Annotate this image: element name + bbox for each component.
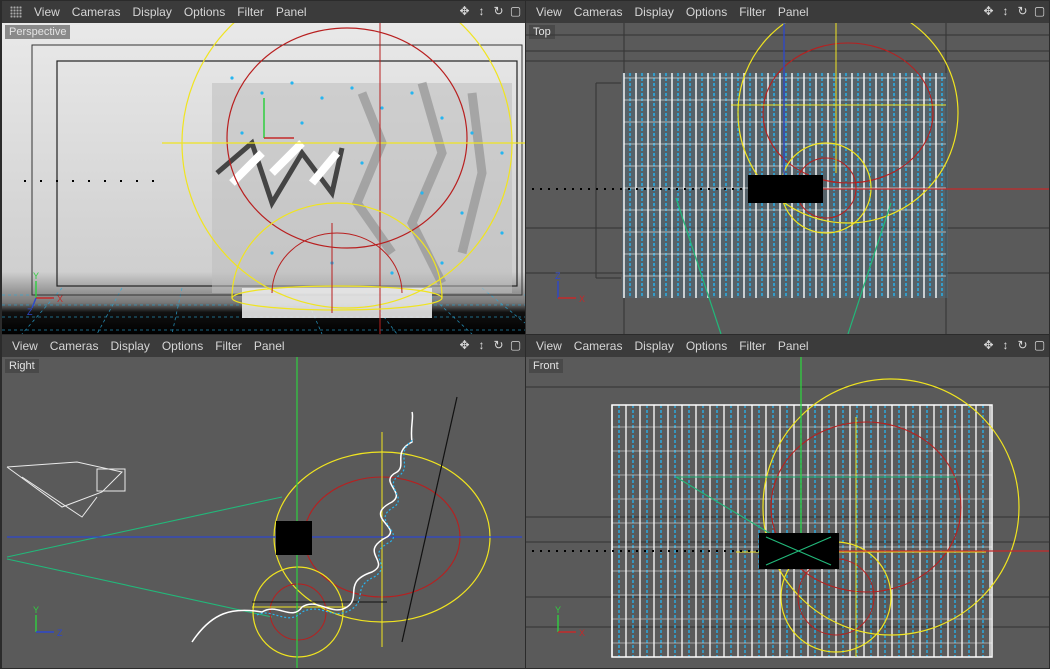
viewport-label: Right bbox=[5, 359, 39, 373]
menu-options[interactable]: Options bbox=[184, 5, 225, 19]
world-axis-icon: Y X bbox=[555, 605, 585, 638]
move-view-icon[interactable]: ✥ bbox=[981, 338, 996, 353]
perspective-canvas[interactable]: Y X Z bbox=[2, 23, 525, 334]
menu-panel[interactable]: Panel bbox=[254, 339, 285, 353]
right-canvas[interactable]: Y Z bbox=[2, 357, 525, 668]
move-view-icon[interactable]: ✥ bbox=[457, 4, 472, 19]
viewport-perspective[interactable]: View Cameras Display Options Filter Pane… bbox=[2, 1, 525, 334]
right-gizmos bbox=[7, 357, 522, 668]
axis-z-label: Z bbox=[555, 271, 561, 281]
axis-x-label: X bbox=[579, 294, 585, 304]
rotate-view-icon[interactable]: ↻ bbox=[491, 4, 506, 19]
top-camera-body bbox=[748, 175, 823, 203]
menu-filter[interactable]: Filter bbox=[237, 5, 264, 19]
menu-panel[interactable]: Panel bbox=[778, 5, 809, 19]
perspective-object bbox=[212, 81, 512, 318]
maximize-view-icon[interactable]: ▢ bbox=[1032, 338, 1047, 353]
menu-cameras[interactable]: Cameras bbox=[574, 5, 623, 19]
menu-options[interactable]: Options bbox=[162, 339, 203, 353]
axis-z-label: Z bbox=[57, 628, 63, 638]
right-camera-lines bbox=[6, 496, 283, 618]
menu-filter[interactable]: Filter bbox=[739, 5, 766, 19]
right-light-object bbox=[6, 461, 126, 518]
front-canvas[interactable]: Y X bbox=[526, 357, 1049, 668]
dolly-icon[interactable]: ↕ bbox=[474, 338, 489, 353]
viewport-menubar: View Cameras Display Options Filter Pane… bbox=[526, 335, 1049, 357]
world-axis-icon: Z X bbox=[555, 271, 585, 304]
axis-y-label: Y bbox=[555, 605, 561, 615]
world-axis-icon: Y Z bbox=[33, 605, 63, 638]
center-dotted-guide bbox=[532, 550, 758, 552]
axis-x-label: X bbox=[57, 294, 63, 304]
front-spline-stripes bbox=[611, 404, 993, 658]
menu-display[interactable]: Display bbox=[634, 5, 673, 19]
menu-display[interactable]: Display bbox=[110, 339, 149, 353]
viewport-label: Top bbox=[529, 25, 555, 39]
axis-y-label: Y bbox=[33, 605, 39, 615]
viewport-front[interactable]: View Cameras Display Options Filter Pane… bbox=[526, 335, 1049, 668]
maximize-view-icon[interactable]: ▢ bbox=[508, 4, 523, 19]
menu-view[interactable]: View bbox=[34, 5, 60, 19]
rotate-view-icon[interactable]: ↻ bbox=[491, 338, 506, 353]
maximize-view-icon[interactable]: ▢ bbox=[1032, 4, 1047, 19]
viewport-top[interactable]: View Cameras Display Options Filter Pane… bbox=[526, 1, 1049, 334]
top-canvas[interactable]: Z X bbox=[526, 23, 1049, 334]
dolly-icon[interactable]: ↕ bbox=[998, 338, 1013, 353]
rotate-view-icon[interactable]: ↻ bbox=[1015, 338, 1030, 353]
menu-filter[interactable]: Filter bbox=[215, 339, 242, 353]
move-view-icon[interactable]: ✥ bbox=[457, 338, 472, 353]
move-view-icon[interactable]: ✥ bbox=[981, 4, 996, 19]
menu-display[interactable]: Display bbox=[634, 339, 673, 353]
menu-filter[interactable]: Filter bbox=[739, 339, 766, 353]
menu-cameras[interactable]: Cameras bbox=[50, 339, 99, 353]
dolly-icon[interactable]: ↕ bbox=[474, 4, 489, 19]
viewport-menubar: View Cameras Display Options Filter Pane… bbox=[2, 335, 525, 357]
viewport-menubar: View Cameras Display Options Filter Pane… bbox=[526, 1, 1049, 23]
viewport-menubar: View Cameras Display Options Filter Pane… bbox=[2, 1, 525, 23]
menu-view[interactable]: View bbox=[536, 5, 562, 19]
rotate-view-icon[interactable]: ↻ bbox=[1015, 4, 1030, 19]
axis-z-label: Z bbox=[27, 307, 33, 317]
menu-panel[interactable]: Panel bbox=[778, 339, 809, 353]
menu-cameras[interactable]: Cameras bbox=[574, 339, 623, 353]
axis-x-label: X bbox=[579, 628, 585, 638]
viewport-label: Perspective bbox=[5, 25, 71, 39]
axis-y-label: Y bbox=[33, 271, 39, 281]
menu-view[interactable]: View bbox=[536, 339, 562, 353]
right-camera-body bbox=[276, 521, 312, 555]
viewport-label: Front bbox=[529, 359, 563, 373]
menu-display[interactable]: Display bbox=[132, 5, 171, 19]
dolly-icon[interactable]: ↕ bbox=[998, 4, 1013, 19]
panel-grip-icon[interactable] bbox=[10, 6, 22, 18]
menu-view[interactable]: View bbox=[12, 339, 38, 353]
front-gizmos bbox=[675, 357, 1049, 657]
menu-cameras[interactable]: Cameras bbox=[72, 5, 121, 19]
menu-options[interactable]: Options bbox=[686, 339, 727, 353]
maximize-view-icon[interactable]: ▢ bbox=[508, 338, 523, 353]
menu-options[interactable]: Options bbox=[686, 5, 727, 19]
viewport-right[interactable]: View Cameras Display Options Filter Pane… bbox=[2, 335, 525, 668]
menu-panel[interactable]: Panel bbox=[276, 5, 307, 19]
